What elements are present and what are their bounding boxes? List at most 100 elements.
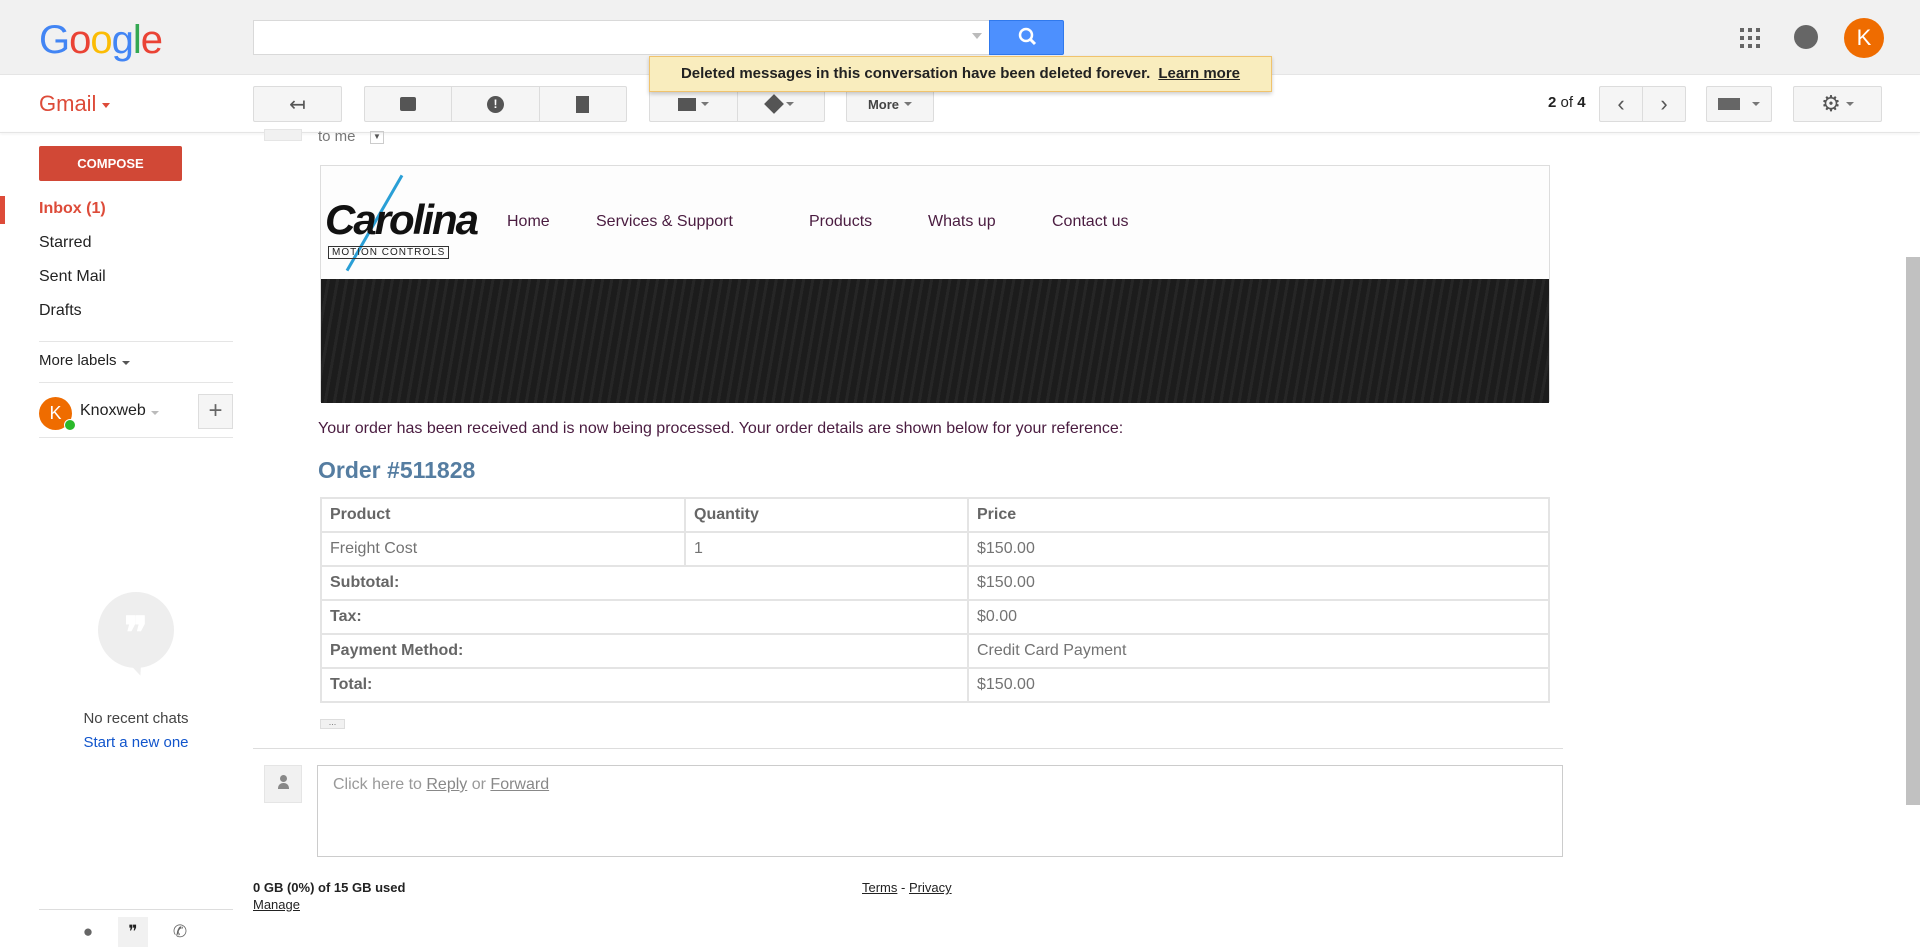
manage-storage-link[interactable]: Manage xyxy=(253,897,300,912)
search-input[interactable] xyxy=(253,20,990,55)
search-button[interactable] xyxy=(989,20,1064,55)
reply-prefix: Click here to xyxy=(333,776,422,793)
privacy-link[interactable]: Privacy xyxy=(909,880,952,895)
label-tag-icon xyxy=(764,94,785,114)
older-button[interactable]: › xyxy=(1643,87,1685,121)
reply-or: or xyxy=(471,776,486,793)
gmail-menu[interactable]: Gmail xyxy=(39,91,110,117)
sidebar-bottom-divider xyxy=(39,909,233,910)
recipient-text: to me xyxy=(318,128,356,145)
email-nav-whats-up[interactable]: Whats up xyxy=(928,213,996,231)
apps-grid-icon[interactable] xyxy=(1740,28,1760,48)
report-spam-button[interactable]: ! xyxy=(452,87,540,121)
sidebar-divider xyxy=(39,382,233,383)
back-button[interactable]: ↤ xyxy=(253,86,342,122)
details-dropdown[interactable]: ▼ xyxy=(370,131,384,144)
brand-name: Carolina xyxy=(325,196,479,243)
brand-tagline: MOTION CONTROLS xyxy=(328,246,450,259)
learn-more-link[interactable]: Learn more xyxy=(1158,65,1240,82)
account-name: Knoxweb xyxy=(80,402,146,419)
compose-button[interactable]: COMPOSE xyxy=(39,146,182,181)
quantity-cell: 1 xyxy=(684,531,969,567)
email-header-card: Carolina MOTION CONTROLS Home Services &… xyxy=(320,165,1550,471)
terms-link[interactable]: Terms xyxy=(862,880,897,895)
settings-button[interactable]: ⚙ xyxy=(1793,86,1882,122)
archive-icon xyxy=(400,97,417,111)
order-table: Product Quantity Price Freight Cost 1 $1… xyxy=(320,497,1550,703)
start-chat-link[interactable]: Start a new one xyxy=(39,734,233,751)
chevron-left-icon: ‹ xyxy=(1617,91,1625,116)
email-nav-products[interactable]: Products xyxy=(809,213,872,231)
show-trimmed-content-button[interactable]: ... xyxy=(320,718,345,729)
delete-button[interactable] xyxy=(540,87,626,121)
total-value: $150.00 xyxy=(967,565,1550,601)
total-label: Payment Method: xyxy=(320,633,969,669)
notifications-bell-icon[interactable] xyxy=(1794,25,1818,49)
storage-usage: 0 GB (0%) of 15 GB used xyxy=(253,880,406,895)
sidebar-item-drafts[interactable]: Drafts xyxy=(39,302,82,320)
reply-link[interactable]: Reply xyxy=(426,776,467,793)
newer-button[interactable]: ‹ xyxy=(1600,87,1643,121)
total-label: Subtotal: xyxy=(320,565,969,601)
footer-dash: - xyxy=(901,880,906,895)
chat-account-menu[interactable]: Knoxweb xyxy=(80,402,159,420)
person-icon xyxy=(278,775,289,791)
total-value: Credit Card Payment xyxy=(967,633,1550,669)
search-icon xyxy=(1018,27,1037,46)
hangouts-quote-icon: ❞ xyxy=(98,592,174,668)
hangouts-icon[interactable]: ❞ xyxy=(118,917,148,947)
input-tools-button[interactable] xyxy=(1706,86,1772,122)
move-to-button[interactable] xyxy=(650,87,738,121)
sender-avatar xyxy=(264,129,302,141)
email-nav-services[interactable]: Services & Support xyxy=(596,213,733,231)
page-of: of xyxy=(1560,94,1574,111)
chevron-right-icon: › xyxy=(1660,91,1668,116)
account-avatar[interactable]: K xyxy=(1844,18,1884,58)
sidebar-item-starred[interactable]: Starred xyxy=(39,234,91,252)
table-header-row: Product Quantity Price xyxy=(320,497,1550,533)
search-options-caret-icon[interactable] xyxy=(972,33,982,39)
sidebar-item-sent[interactable]: Sent Mail xyxy=(39,268,106,286)
contacts-person-icon[interactable]: ● xyxy=(73,917,103,947)
deleted-notice: Deleted messages in this conversation ha… xyxy=(649,56,1272,92)
active-indicator xyxy=(0,196,5,224)
keyboard-icon xyxy=(1718,98,1740,110)
more-labels-button[interactable]: More labels xyxy=(39,352,130,369)
page-total: 4 xyxy=(1577,94,1586,111)
price-cell: $150.00 xyxy=(967,531,1550,567)
trash-icon xyxy=(576,95,590,113)
table-row: Freight Cost 1 $150.00 xyxy=(320,531,1550,567)
forward-link[interactable]: Forward xyxy=(490,776,549,793)
table-row: Payment Method: Credit Card Payment xyxy=(320,633,1550,669)
table-row: Total: $150.00 xyxy=(320,667,1550,703)
google-logo[interactable]: Google xyxy=(39,18,163,63)
column-header: Product xyxy=(320,497,686,533)
no-chats-text: No recent chats xyxy=(83,710,189,727)
scrollbar-thumb[interactable] xyxy=(1906,257,1920,805)
message-divider xyxy=(253,748,1563,749)
footer-links: Terms - Privacy xyxy=(862,880,952,895)
labels-button[interactable] xyxy=(738,87,825,121)
folder-icon xyxy=(677,97,696,111)
product-cell: Freight Cost xyxy=(320,531,686,567)
action-group: ! xyxy=(364,86,627,122)
table-row: Tax: $0.00 xyxy=(320,599,1550,635)
total-label: Total: xyxy=(320,667,969,703)
order-title: Order #511828 xyxy=(318,457,476,483)
add-chat-button[interactable]: + xyxy=(198,394,233,429)
email-nav-contact[interactable]: Contact us xyxy=(1052,213,1128,231)
email-nav-home[interactable]: Home xyxy=(507,213,550,231)
spam-icon: ! xyxy=(486,95,504,113)
archive-button[interactable] xyxy=(365,87,453,121)
email-nav-bar: Carolina MOTION CONTROLS Home Services &… xyxy=(321,166,1549,279)
more-label: More xyxy=(867,96,900,112)
phone-icon[interactable]: ✆ xyxy=(165,917,195,947)
page-current: 2 xyxy=(1548,94,1557,111)
back-arrow-icon: ↤ xyxy=(289,93,306,116)
sidebar-item-inbox[interactable]: Inbox (1) xyxy=(39,200,106,218)
reply-box[interactable]: Click here to Reply or Forward xyxy=(317,765,1563,857)
thank-you-banner: Thank You for your order xyxy=(321,279,1549,471)
pager: ‹ › xyxy=(1599,86,1686,122)
gear-icon: ⚙ xyxy=(1821,91,1841,116)
carolina-logo[interactable]: Carolina MOTION CONTROLS xyxy=(323,168,493,278)
